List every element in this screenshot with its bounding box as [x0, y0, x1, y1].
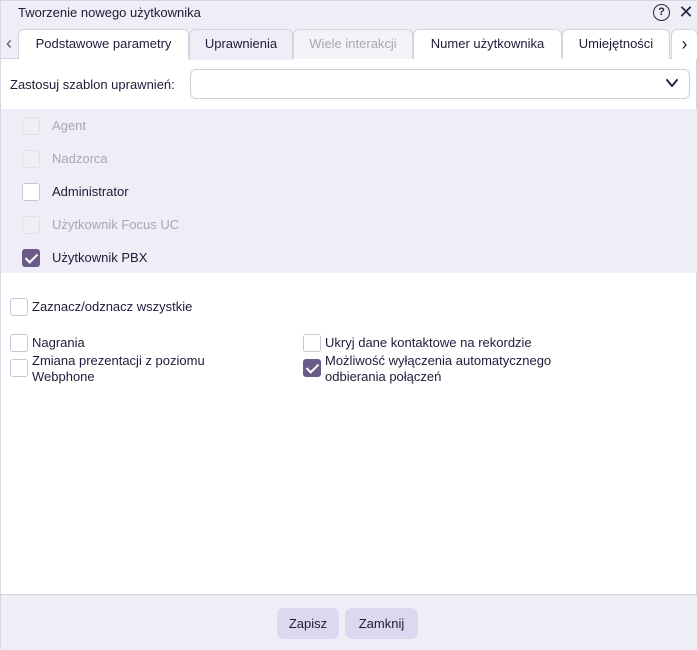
presentation-change-label: Zmiana prezentacji z poziomu Webphone — [32, 353, 205, 385]
role-label: Użytkownik Focus UC — [52, 217, 180, 232]
role-focus-uc-checkbox — [22, 216, 40, 234]
tab-label: Numer użytkownika — [430, 36, 545, 51]
select-all-label: Zaznacz/odznacz wszystkie — [32, 299, 193, 314]
auto-answer-line2: odbierania połączeń — [325, 369, 442, 384]
role-agent-checkbox — [22, 117, 40, 135]
roles-panel: Agent Nadzorca Administrator Użytkownik … — [1, 109, 697, 273]
role-label: Nadzorca — [52, 151, 108, 166]
tab-scroll-right-icon[interactable]: › — [671, 29, 697, 59]
dialog-footer: Zapisz Zamknij — [1, 594, 697, 650]
tab-label: Wiele interakcji — [309, 36, 397, 51]
role-supervisor-checkbox — [22, 150, 40, 168]
tab-permissions[interactable]: Uprawnienia — [189, 29, 293, 60]
help-icon[interactable]: ? — [653, 4, 670, 21]
chevron-down-icon — [666, 79, 678, 87]
hide-contact-checkbox[interactable] — [303, 334, 321, 352]
role-label: Administrator — [52, 184, 129, 199]
role-label: Agent — [52, 118, 86, 133]
dialog-title: Tworzenie nowego użytkownika — [18, 5, 201, 20]
recordings-label: Nagrania — [32, 335, 85, 350]
presentation-change-checkbox[interactable] — [10, 359, 28, 377]
permission-template-select[interactable] — [190, 69, 690, 99]
permission-template-label: Zastosuj szablon uprawnień: — [10, 77, 175, 92]
tab-user-number[interactable]: Numer użytkownika — [413, 29, 562, 59]
save-button[interactable]: Zapisz — [277, 608, 339, 639]
dialog-titlebar: Tworzenie nowego użytkownika ? ✕ — [1, 1, 697, 25]
role-pbx-checkbox[interactable] — [22, 249, 40, 267]
role-administrator-checkbox[interactable] — [22, 183, 40, 201]
hide-contact-label: Ukryj dane kontaktowe na rekordzie — [325, 335, 532, 350]
tab-label: Podstawowe parametry — [35, 36, 172, 51]
close-button[interactable]: Zamknij — [345, 608, 418, 639]
tab-multi-interactions: Wiele interakcji — [293, 29, 413, 59]
tab-scroll-left-icon[interactable]: ‹ — [1, 29, 17, 59]
tab-basic-parameters[interactable]: Podstawowe parametry — [18, 29, 189, 59]
tab-bar: ‹ Podstawowe parametry Uprawnienia Wiele… — [1, 25, 697, 60]
auto-answer-label: Możliwość wyłączenia automatycznego odbi… — [325, 353, 551, 385]
close-icon[interactable]: ✕ — [678, 3, 694, 21]
role-label: Użytkownik PBX — [52, 250, 148, 265]
select-all-checkbox[interactable] — [10, 298, 28, 316]
create-user-dialog: Tworzenie nowego użytkownika ? ✕ ‹ Podst… — [0, 0, 697, 650]
recordings-checkbox[interactable] — [10, 334, 28, 352]
presentation-change-line1: Zmiana prezentacji z poziomu — [32, 353, 205, 368]
auto-answer-line1: Możliwość wyłączenia automatycznego — [325, 353, 552, 368]
tab-skills[interactable]: Umiejętności — [562, 29, 670, 59]
auto-answer-checkbox[interactable] — [303, 359, 321, 377]
presentation-change-line2: Webphone — [32, 369, 95, 384]
tab-label: Umiejętności — [578, 36, 654, 51]
tab-label: Uprawnienia — [204, 36, 278, 51]
